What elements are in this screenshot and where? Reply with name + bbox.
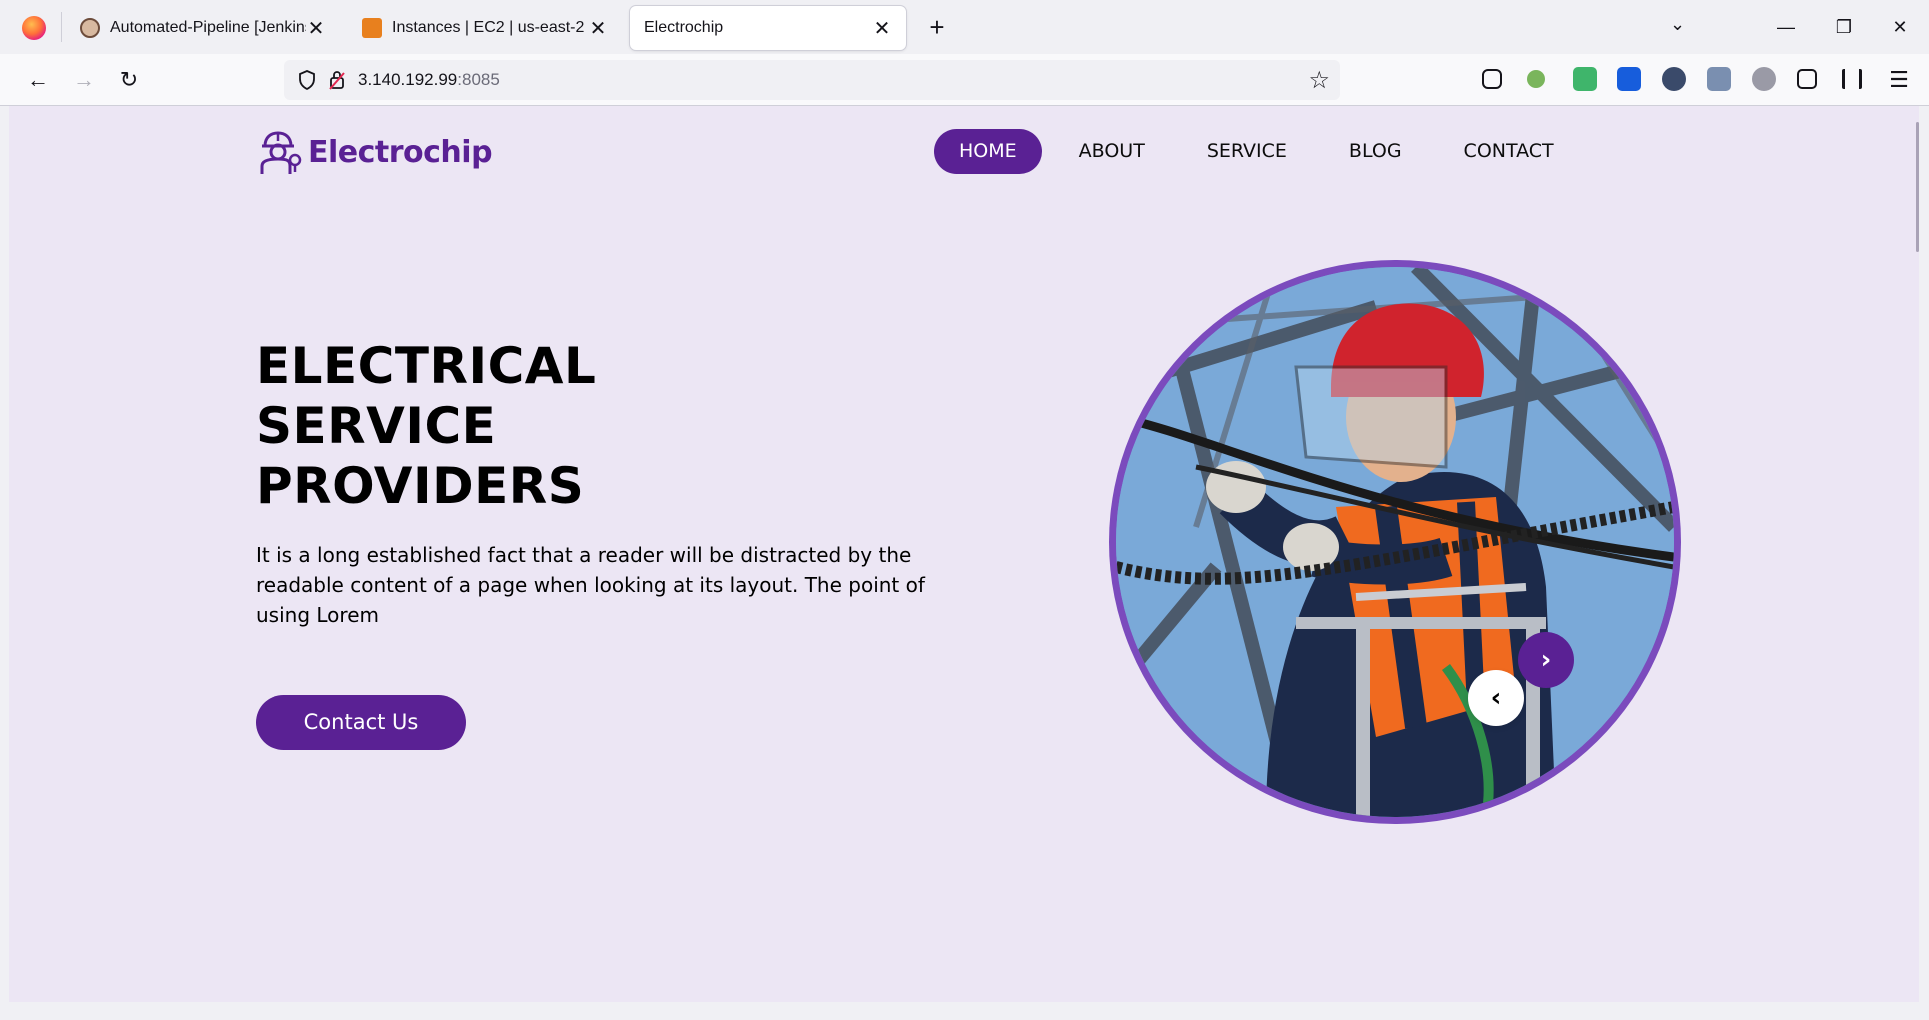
extensions-puzzle-icon[interactable] [1797, 69, 1817, 89]
jenkins-icon [80, 18, 100, 38]
window-bottom-edge [0, 1002, 1929, 1020]
minimize-button[interactable]: — [1766, 10, 1806, 44]
forward-button[interactable]: → [68, 64, 100, 96]
close-tab-icon[interactable]: ✕ [872, 16, 892, 41]
menu-item-about[interactable]: ABOUT [1054, 129, 1170, 174]
tab-title: Instances | EC2 | us-east-2 [392, 19, 585, 36]
window-edge [1919, 106, 1929, 1002]
hero-title-line: PROVIDERS [256, 457, 585, 515]
list-all-tabs-icon[interactable]: ⌄ [1670, 14, 1685, 35]
close-tab-icon[interactable]: ✕ [306, 16, 326, 41]
hero-image-frame [1109, 260, 1681, 824]
tab-title: Electrochip [644, 19, 724, 36]
bookmark-star-icon[interactable]: ☆ [1308, 66, 1330, 95]
menu-item-home[interactable]: HOME [934, 129, 1042, 174]
reload-button[interactable]: ↻ [113, 64, 145, 96]
web-page: Electrochip HOME ABOUT SERVICE BLOG CONT… [9, 106, 1919, 1002]
page-scrollbar[interactable] [1916, 122, 1919, 252]
hero-title-line: ELECTRICAL [256, 337, 597, 395]
slider-prev-button[interactable]: ‹ [1468, 670, 1524, 726]
contact-us-button[interactable]: Contact Us [256, 695, 466, 750]
electrician-illustration [1116, 267, 1674, 817]
new-tab-button[interactable]: + [921, 12, 953, 44]
app-menu-icon[interactable]: ☰ [1883, 64, 1915, 96]
main-menu: HOME ABOUT SERVICE BLOG CONTACT [934, 129, 1591, 174]
site-logo[interactable]: Electrochip [256, 128, 493, 176]
tab-ec2[interactable]: Instances | EC2 | us-east-2 ✕ [348, 6, 622, 50]
tab-divider [61, 12, 62, 42]
pocket-icon[interactable] [1482, 69, 1502, 89]
screen-extension-icon[interactable] [1707, 67, 1731, 91]
tab-strip: Automated-Pipeline [Jenkins] ✕ Instances… [0, 0, 1929, 54]
tab-electrochip[interactable]: Electrochip ✕ [630, 6, 906, 50]
hero-description: It is a long established fact that a rea… [256, 543, 925, 627]
navigation-toolbar: ← → ↻ 3.140.192.99:8085 ☆ ☰ [0, 54, 1929, 106]
extension-bird-icon[interactable] [1527, 70, 1545, 88]
insecure-lock-icon[interactable] [328, 70, 346, 90]
menu-item-contact[interactable]: CONTACT [1439, 129, 1579, 174]
aws-icon [362, 18, 382, 38]
tracking-protection-icon[interactable] [298, 70, 316, 90]
electrician-logo-icon [260, 131, 302, 174]
shield-check-extension-icon[interactable] [1573, 67, 1597, 91]
firefox-icon[interactable] [22, 16, 46, 40]
address-bar[interactable]: 3.140.192.99:8085 ☆ [284, 60, 1340, 100]
cursor-extension-icon[interactable] [1662, 67, 1686, 91]
brand-name: Electrochip [308, 134, 493, 170]
tab-title: Automated-Pipeline [Jenkins] [110, 19, 306, 36]
hero-title-line: SERVICE [256, 397, 497, 455]
back-button[interactable]: ← [22, 64, 54, 96]
close-window-button[interactable]: ✕ [1880, 10, 1920, 44]
url-port: :8085 [457, 70, 500, 89]
slider-next-button[interactable]: › [1518, 632, 1574, 688]
url-text[interactable]: 3.140.192.99:8085 [358, 70, 500, 90]
globe-extension-icon[interactable] [1752, 67, 1776, 91]
menu-item-service[interactable]: SERVICE [1182, 129, 1312, 174]
menu-item-blog[interactable]: BLOG [1324, 129, 1427, 174]
close-tab-icon[interactable]: ✕ [588, 16, 608, 41]
restore-button[interactable]: ❐ [1824, 10, 1864, 44]
tab-jenkins[interactable]: Automated-Pipeline [Jenkins] ✕ [66, 6, 340, 50]
window-edge [0, 106, 9, 1002]
url-host: 3.140.192.99 [358, 70, 458, 89]
library-icon[interactable] [1842, 69, 1862, 89]
hero-title: ELECTRICAL SERVICE PROVIDERS [256, 336, 596, 516]
electrician-photo [1116, 267, 1674, 817]
bitwarden-icon[interactable] [1617, 67, 1641, 91]
